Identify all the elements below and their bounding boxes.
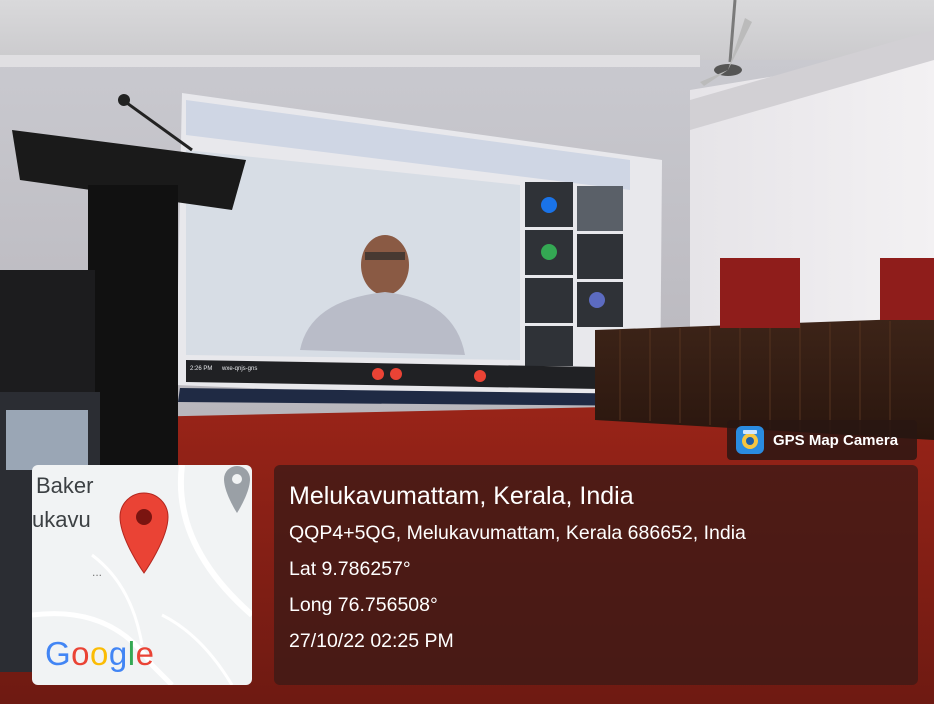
google-letter: l bbox=[127, 635, 136, 672]
google-letter: o bbox=[71, 635, 91, 672]
map-label-ukavu: ukavu bbox=[32, 507, 91, 532]
map-label-baker: Baker bbox=[36, 473, 94, 498]
chair bbox=[0, 270, 95, 410]
google-letter: G bbox=[45, 635, 72, 672]
screen-meeting-code: wxe-qnjs-gns bbox=[222, 366, 258, 372]
longitude-line: Long 76.756508° bbox=[289, 594, 438, 616]
google-letter: o bbox=[90, 635, 109, 672]
secondary-pin-icon bbox=[224, 466, 250, 513]
map-ellipsis: ... bbox=[92, 565, 103, 579]
location-title: Melukavumattam, Kerala, India bbox=[289, 482, 634, 510]
location-pin-icon bbox=[119, 492, 169, 574]
gps-map-camera-badge: GPS Map Camera bbox=[727, 420, 917, 460]
google-logo: Google bbox=[45, 635, 154, 673]
address-line: QQP4+5QG, Melukavumattam, Kerala 686652,… bbox=[289, 522, 746, 544]
gps-info-panel: Melukavumattam, Kerala, India QQP4+5QG, … bbox=[274, 465, 918, 685]
latitude-line: Lat 9.786257° bbox=[289, 558, 411, 580]
datetime-line: 27/10/22 02:25 PM bbox=[289, 630, 454, 652]
app-badge-label: GPS Map Camera bbox=[773, 431, 899, 449]
google-letter: g bbox=[108, 635, 128, 672]
location-map-thumbnail: Baker ukavu ... Google bbox=[32, 465, 252, 685]
gps-camera-app-icon bbox=[736, 426, 764, 454]
curtain-left bbox=[720, 258, 800, 328]
curtain-right bbox=[880, 258, 934, 320]
screen-clock: 2:26 PM bbox=[190, 366, 213, 372]
google-letter: e bbox=[135, 635, 155, 672]
